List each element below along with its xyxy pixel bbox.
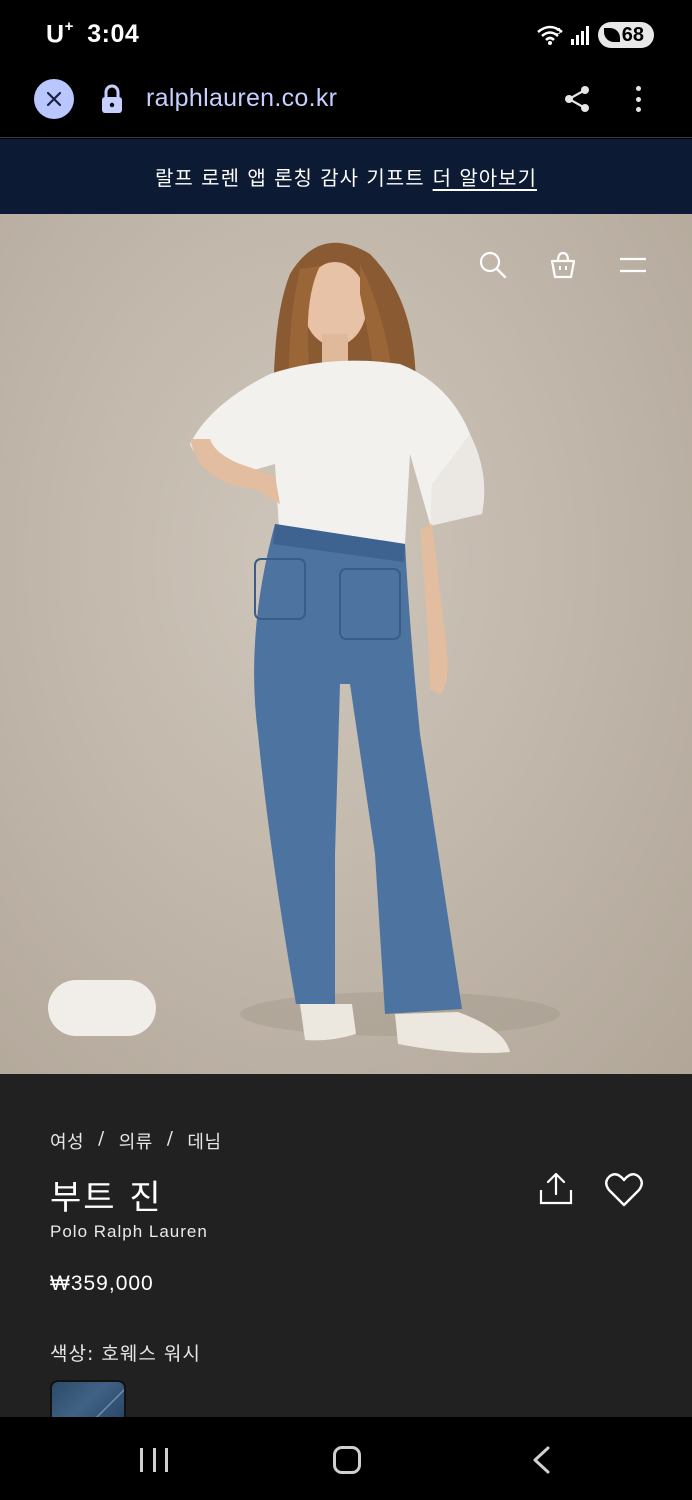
status-bar: U+ 3:04 5 68	[0, 0, 692, 64]
lock-icon[interactable]	[100, 83, 124, 115]
power-saving-icon	[603, 28, 620, 42]
browser-toolbar: ralphlauren.co.kr	[0, 64, 692, 138]
carrier-label: U	[46, 20, 65, 49]
color-label: 색상: 호웨스 워시	[50, 1343, 201, 1365]
site-header-icons	[478, 250, 648, 280]
svg-text:5: 5	[556, 27, 561, 36]
bar	[152, 1448, 156, 1472]
bar	[165, 1448, 168, 1472]
home-icon[interactable]	[333, 1446, 361, 1474]
status-time: U+ 3:04	[46, 18, 140, 49]
product-info-panel: 여성 / 의류 / 데님 부트 진 Polo Ralph Lauren ₩359…	[0, 1074, 692, 1420]
image-gallery-pill[interactable]	[48, 980, 156, 1036]
wishlist-heart-icon[interactable]	[604, 1172, 644, 1208]
address-bar-url[interactable]: ralphlauren.co.kr	[146, 84, 337, 113]
system-navigation-bar	[0, 1417, 692, 1500]
swatch-texture	[94, 1388, 124, 1418]
breadcrumb-women[interactable]: 여성	[50, 1128, 84, 1154]
menu-icon[interactable]	[618, 250, 648, 280]
share-upload-icon[interactable]	[538, 1172, 574, 1206]
recent-apps-icon[interactable]	[140, 1448, 168, 1472]
breadcrumb-denim[interactable]: 데님	[187, 1128, 221, 1154]
promo-learn-more-link[interactable]: 더 알아보기	[433, 162, 537, 191]
battery-indicator: 68	[597, 22, 654, 48]
close-icon	[46, 91, 62, 107]
search-icon[interactable]	[478, 250, 508, 280]
dot	[635, 86, 641, 91]
clock: 3:04	[87, 20, 140, 49]
model-photo	[190, 242, 560, 1053]
back-icon[interactable]	[528, 1445, 556, 1475]
bar	[140, 1448, 143, 1472]
product-brand: Polo Ralph Lauren	[50, 1222, 208, 1241]
product-price: ₩359,000	[50, 1272, 154, 1295]
status-icons: 5 68	[536, 20, 654, 50]
product-title: 부트 진	[50, 1178, 163, 1218]
product-hero-image[interactable]	[0, 214, 692, 1074]
breadcrumb-clothing[interactable]: 의류	[119, 1128, 153, 1154]
dot	[635, 96, 641, 102]
shopping-bag-icon[interactable]	[548, 250, 578, 280]
color-swatch[interactable]	[50, 1380, 126, 1420]
wifi-icon: 5	[536, 25, 563, 45]
breadcrumb: 여성 / 의류 / 데님	[50, 1128, 222, 1154]
breadcrumb-separator: /	[166, 1128, 174, 1149]
breadcrumb-separator: /	[98, 1128, 105, 1149]
battery-level: 68	[621, 23, 644, 46]
close-tab-button[interactable]	[34, 79, 74, 119]
share-icon[interactable]	[563, 84, 591, 114]
more-vertical-icon[interactable]	[626, 82, 650, 116]
dot	[635, 107, 641, 112]
promo-banner: 랄프 로렌 앱 론칭 감사 기프트 더 알아보기	[0, 139, 692, 214]
signal-icon	[570, 26, 589, 45]
promo-text: 랄프 로렌 앱 론칭 감사 기프트	[155, 166, 425, 190]
carrier-sup: +	[64, 18, 74, 35]
